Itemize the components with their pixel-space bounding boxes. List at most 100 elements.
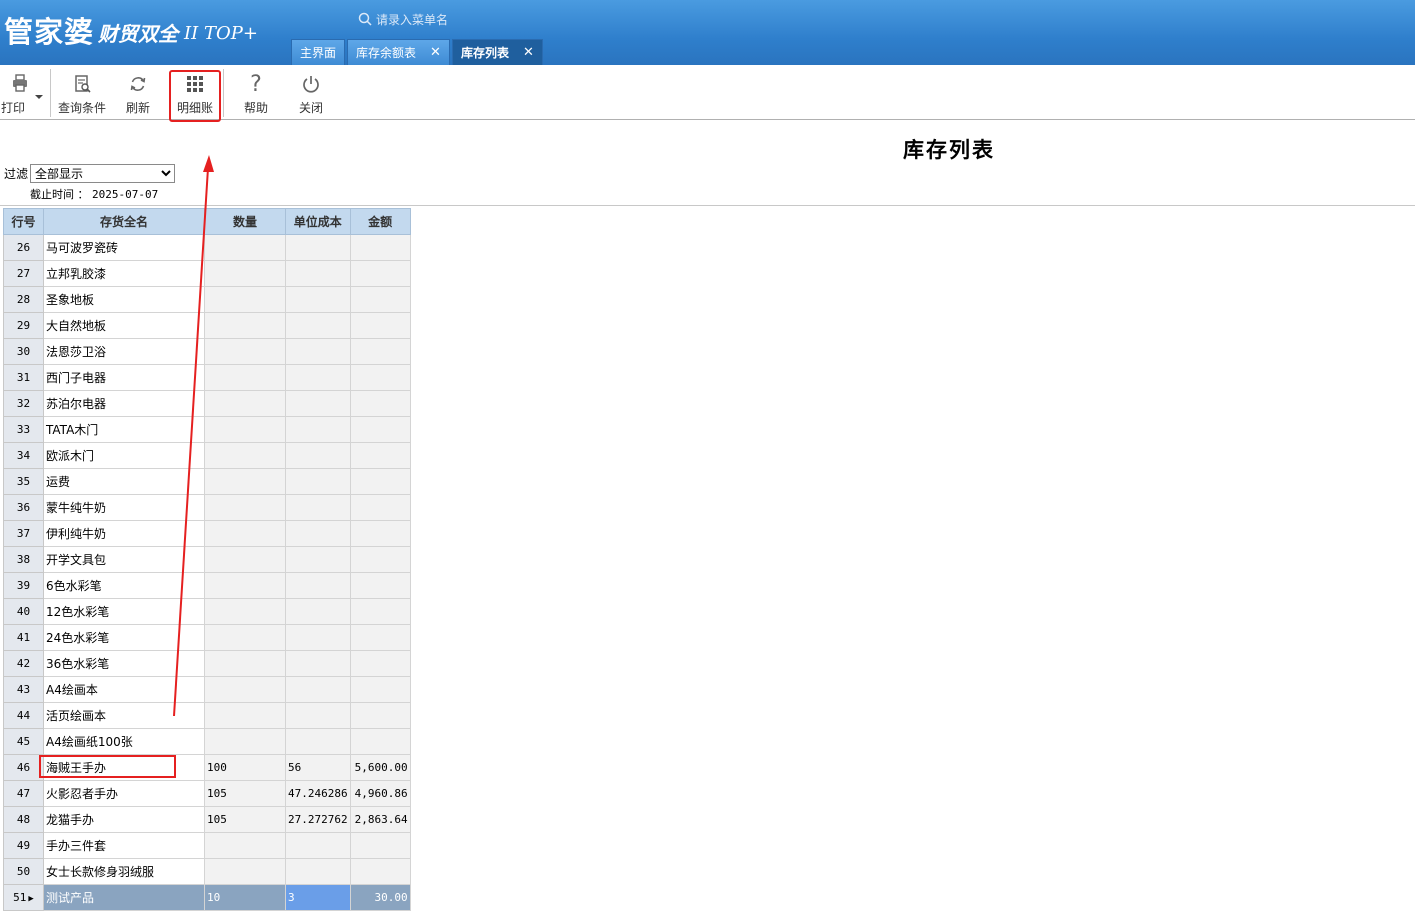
unit-cost-cell[interactable] [285, 676, 351, 703]
quantity-cell[interactable] [204, 546, 286, 573]
amount-cell[interactable] [349, 598, 411, 625]
col-header-amount[interactable]: 金额 [349, 208, 411, 235]
quantity-cell[interactable] [204, 832, 286, 859]
col-header-quantity[interactable]: 数量 [204, 208, 286, 235]
unit-cost-cell[interactable] [285, 702, 351, 729]
quantity-cell[interactable] [204, 312, 286, 339]
tab-inventory-balance[interactable]: 库存余额表 ✕ [347, 39, 450, 65]
table-row[interactable]: 36 蒙牛纯牛奶 [3, 494, 411, 521]
unit-cost-cell[interactable] [285, 312, 351, 339]
query-conditions-button[interactable]: 查询条件 [55, 71, 109, 116]
amount-cell[interactable] [349, 832, 411, 859]
quantity-cell[interactable] [204, 494, 286, 521]
table-row[interactable]: 41 24色水彩笔 [3, 624, 411, 651]
table-row[interactable]: 37 伊利纯牛奶 [3, 520, 411, 547]
unit-cost-cell[interactable] [285, 234, 351, 261]
quantity-cell[interactable] [204, 442, 286, 469]
amount-cell[interactable] [349, 676, 411, 703]
unit-cost-cell[interactable] [285, 364, 351, 391]
unit-cost-cell[interactable] [285, 260, 351, 287]
amount-cell[interactable] [349, 546, 411, 573]
unit-cost-cell[interactable] [285, 416, 351, 443]
quantity-cell[interactable] [204, 234, 286, 261]
item-name-cell[interactable]: A4绘画本 [43, 676, 205, 703]
quantity-cell[interactable]: 105 [204, 806, 286, 833]
refresh-button[interactable]: 刷新 [118, 71, 158, 116]
row-number-cell[interactable]: 51 ▶ [3, 884, 44, 911]
quantity-cell[interactable] [204, 728, 286, 755]
row-number-cell[interactable]: 29 [3, 312, 44, 339]
unit-cost-cell[interactable]: 56 [285, 754, 351, 781]
menu-search-input[interactable]: 请录入菜单名 [358, 9, 538, 29]
unit-cost-cell[interactable] [285, 520, 351, 547]
item-name-cell[interactable]: 欧派木门 [43, 442, 205, 469]
amount-cell[interactable] [349, 468, 411, 495]
quantity-cell[interactable] [204, 676, 286, 703]
unit-cost-cell[interactable] [285, 728, 351, 755]
quantity-cell[interactable] [204, 624, 286, 651]
amount-cell[interactable]: 2,863.64 [349, 806, 411, 833]
amount-cell[interactable] [349, 650, 411, 677]
row-number-cell[interactable]: 33 [3, 416, 44, 443]
quantity-cell[interactable]: 105 [204, 780, 286, 807]
unit-cost-cell[interactable] [285, 546, 351, 573]
table-row[interactable]: 38 开学文具包 [3, 546, 411, 573]
table-row[interactable]: 33 TATA木门 [3, 416, 411, 443]
item-name-cell[interactable]: 手办三件套 [43, 832, 205, 859]
row-number-cell[interactable]: 35 [3, 468, 44, 495]
item-name-cell[interactable]: 36色水彩笔 [43, 650, 205, 677]
amount-cell[interactable] [349, 338, 411, 365]
quantity-cell[interactable] [204, 468, 286, 495]
table-row[interactable]: 50 女士长款修身羽绒服 [3, 858, 411, 885]
item-name-cell[interactable]: 苏泊尔电器 [43, 390, 205, 417]
table-row[interactable]: 40 12色水彩笔 [3, 598, 411, 625]
amount-cell[interactable] [349, 442, 411, 469]
quantity-cell[interactable] [204, 858, 286, 885]
close-icon[interactable]: ✕ [430, 45, 441, 60]
row-number-cell[interactable]: 41 [3, 624, 44, 651]
item-name-cell[interactable]: 6色水彩笔 [43, 572, 205, 599]
amount-cell[interactable]: 5,600.00 [349, 754, 411, 781]
item-name-cell[interactable]: 西门子电器 [43, 364, 205, 391]
amount-cell[interactable]: 4,960.86 [349, 780, 411, 807]
item-name-cell[interactable]: 火影忍者手办 [43, 780, 205, 807]
row-number-cell[interactable]: 30 [3, 338, 44, 365]
table-row[interactable]: 34 欧派木门 [3, 442, 411, 469]
unit-cost-cell[interactable]: 27.272762 [285, 806, 351, 833]
unit-cost-cell[interactable] [285, 338, 351, 365]
row-number-cell[interactable]: 40 [3, 598, 44, 625]
table-row[interactable]: 26 马可波罗瓷砖 [3, 234, 411, 261]
quantity-cell[interactable] [204, 520, 286, 547]
row-number-cell[interactable]: 49 [3, 832, 44, 859]
help-button[interactable]: ? 帮助 [236, 71, 276, 116]
amount-cell[interactable] [349, 390, 411, 417]
row-number-cell[interactable]: 37 [3, 520, 44, 547]
unit-cost-cell[interactable] [285, 650, 351, 677]
amount-cell[interactable] [349, 572, 411, 599]
quantity-cell[interactable] [204, 416, 286, 443]
item-name-cell[interactable]: 马可波罗瓷砖 [43, 234, 205, 261]
item-name-cell[interactable]: 大自然地板 [43, 312, 205, 339]
table-row[interactable]: 35 运费 [3, 468, 411, 495]
item-name-cell[interactable]: 12色水彩笔 [43, 598, 205, 625]
table-row[interactable]: 47 火影忍者手办 105 47.246286 4,960.86 [3, 780, 411, 807]
chevron-down-icon[interactable] [34, 89, 44, 99]
tab-inventory-list[interactable]: 库存列表 ✕ [451, 39, 543, 65]
row-number-cell[interactable]: 28 [3, 286, 44, 313]
amount-cell[interactable]: 30.00 [349, 884, 411, 911]
table-row[interactable]: 49 手办三件套 [3, 832, 411, 859]
quantity-cell[interactable] [204, 702, 286, 729]
unit-cost-cell[interactable] [285, 598, 351, 625]
amount-cell[interactable] [349, 286, 411, 313]
close-button[interactable]: 关闭 [291, 71, 331, 116]
unit-cost-cell[interactable]: 3 [285, 884, 351, 911]
row-number-cell[interactable]: 26 [3, 234, 44, 261]
item-name-cell[interactable]: 活页绘画本 [43, 702, 205, 729]
item-name-cell[interactable]: A4绘画纸100张 [43, 728, 205, 755]
row-number-cell[interactable]: 42 [3, 650, 44, 677]
unit-cost-cell[interactable] [285, 390, 351, 417]
item-name-cell[interactable]: 女士长款修身羽绒服 [43, 858, 205, 885]
row-number-cell[interactable]: 50 [3, 858, 44, 885]
table-row[interactable]: 30 法恩莎卫浴 [3, 338, 411, 365]
item-name-cell[interactable]: 测试产品 [43, 884, 205, 911]
